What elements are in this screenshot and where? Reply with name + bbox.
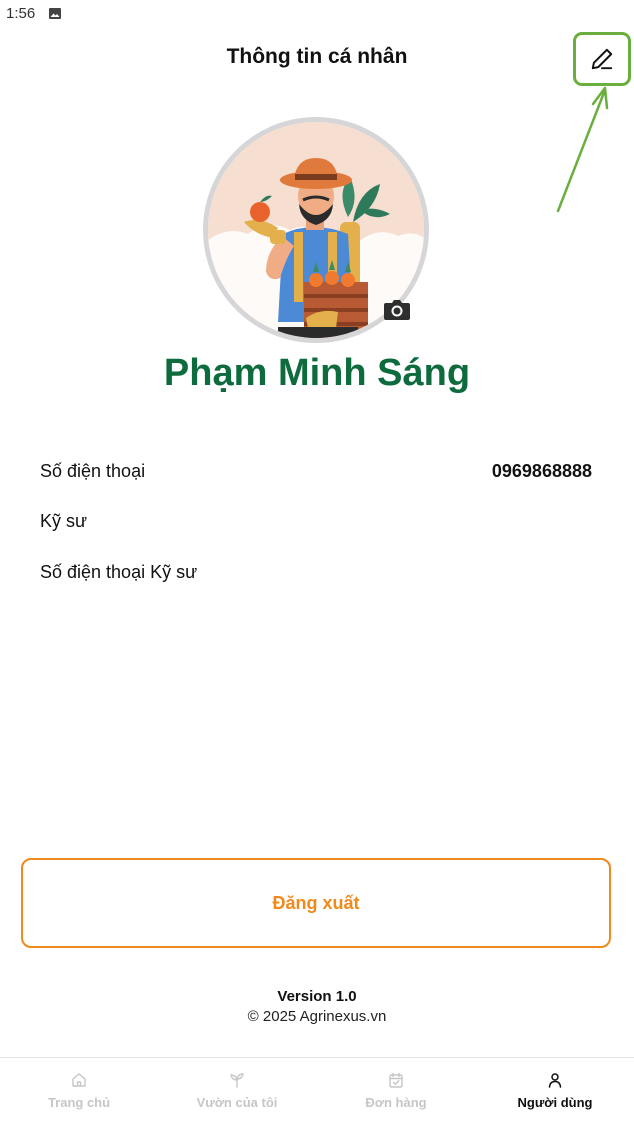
plant-icon [230,1073,244,1088]
profile-avatar-container[interactable] [203,117,429,343]
nav-label: Vườn của tôi [196,1095,278,1110]
info-label: Kỹ sư [40,511,88,531]
nav-label: Người dùng [517,1095,593,1110]
nav-item-home[interactable]: Trang chủ [0,1058,158,1126]
info-value: 0969868888 [491,461,592,481]
info-label: Số điện thoại Kỹ sư [40,562,198,582]
calendar-check-icon [389,1072,403,1088]
nav-item-orders[interactable]: Đơn hàng [317,1058,475,1126]
status-time: 1:56 [6,5,36,22]
logout-label: Đăng xuất [272,892,360,913]
image-icon [49,8,61,19]
camera-icon[interactable] [383,297,411,321]
app-header: Thông tin cá nhân [0,28,634,90]
annotation-arrow [556,86,609,213]
user-name: Phạm Minh Sáng [163,352,471,394]
bottom-nav: Trang chủ Vườn của tôi Đơn hàng Người dù… [0,1057,634,1126]
logout-button[interactable]: Đăng xuất [21,858,611,948]
copyright: © 2025 Agrinexus.vn [247,1008,387,1025]
status-bar: 1:56 [0,0,634,28]
info-label: Số điện thoại [40,461,146,481]
pencil-icon [591,48,613,70]
nav-item-user[interactable]: Người dùng [476,1058,634,1126]
page-title: Thông tin cá nhân [226,45,408,68]
user-icon [548,1073,562,1088]
nav-label: Trang chủ [47,1095,111,1110]
home-icon [72,1073,86,1087]
nav-item-my-garden[interactable]: Vườn của tôi [158,1058,316,1126]
app-version: Version 1.0 [277,988,357,1005]
nav-label: Đơn hàng [365,1095,427,1110]
